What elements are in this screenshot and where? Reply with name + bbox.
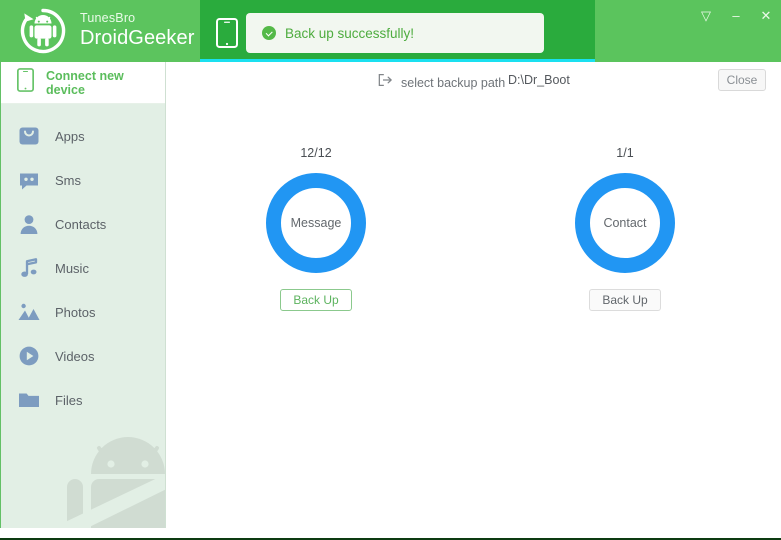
sidebar-item-videos[interactable]: Videos (1, 334, 165, 378)
status-message: Back up successfully! (285, 26, 414, 41)
backup-directory-value: D:\Dr_Boot (508, 73, 570, 87)
export-arrow-icon (378, 73, 393, 92)
status-banner: Back up successfully! (246, 13, 544, 53)
title-bar: TunesBro DroidGeeker Back up successfull… (0, 0, 781, 62)
sidebar-item-music[interactable]: Music (1, 246, 165, 290)
phone-icon (216, 18, 238, 48)
close-button[interactable]: Close (718, 69, 766, 91)
sidebar-item-label: Sms (55, 173, 81, 188)
music-note-icon (17, 256, 41, 280)
photo-mountain-icon (17, 300, 41, 324)
sidebar-item-contacts[interactable]: Contacts (1, 202, 165, 246)
sidebar-item-label: Music (55, 261, 89, 276)
window-controls: ▽ – ✕ (699, 5, 773, 25)
android-refresh-logo-icon (16, 4, 70, 58)
brand-wordmark: TunesBro DroidGeeker (80, 12, 194, 50)
sidebar-item-label: Contacts (55, 217, 106, 232)
sidebar-item-label: Videos (55, 349, 95, 364)
ring-label: Contact (603, 216, 646, 230)
phone-icon (17, 68, 34, 97)
sms-bubble-icon (17, 168, 41, 192)
backup-card-message: 12/12 Message Back Up (226, 146, 406, 311)
contact-person-icon (17, 212, 41, 236)
brand-line-2: DroidGeeker (80, 28, 194, 48)
sidebar-nav-list: Apps Sms (1, 104, 165, 422)
back-up-button[interactable]: Back Up (589, 289, 660, 311)
sidebar: Connect new device Apps (0, 62, 166, 528)
sidebar-item-connect-new-device[interactable]: Connect new device (1, 62, 165, 104)
brand-line-1: TunesBro (80, 12, 194, 25)
content-toolbar: select backup path D:\Dr_Boot Close (167, 62, 781, 104)
sidebar-item-photos[interactable]: Photos (1, 290, 165, 334)
sidebar-item-files[interactable]: Files (1, 378, 165, 422)
backup-cards: 12/12 Message Back Up 1/1 Contact Back U… (167, 104, 781, 364)
sidebar-item-label: Files (55, 393, 82, 408)
main-content: select backup path D:\Dr_Boot Close 12/1… (167, 62, 781, 538)
select-backup-path-label: select backup path (401, 76, 505, 90)
sidebar-item-label: Photos (55, 305, 95, 320)
backup-count: 12/12 (300, 146, 331, 160)
check-circle-icon (262, 26, 276, 40)
ring-label: Message (291, 216, 342, 230)
sidebar-item-sms[interactable]: Sms (1, 158, 165, 202)
backup-card-contact: 1/1 Contact Back Up (535, 146, 715, 311)
message-progress-ring[interactable]: Message (266, 173, 366, 273)
android-robot-watermark-icon (61, 424, 166, 528)
back-up-button[interactable]: Back Up (280, 289, 351, 311)
sidebar-item-apps[interactable]: Apps (1, 114, 165, 158)
menu-arrow-icon[interactable]: ▽ (699, 8, 713, 22)
video-play-icon (17, 344, 41, 368)
apps-bag-icon (17, 124, 41, 148)
application-window: TunesBro DroidGeeker Back up successfull… (0, 0, 781, 540)
close-icon[interactable]: ✕ (759, 8, 773, 22)
brand-logo-area: TunesBro DroidGeeker (0, 0, 200, 62)
folder-icon (17, 388, 41, 412)
select-backup-path-action[interactable]: select backup path (378, 73, 505, 92)
backup-count: 1/1 (616, 146, 633, 160)
sidebar-connect-label: Connect new device (46, 69, 165, 97)
contact-progress-ring[interactable]: Contact (575, 173, 675, 273)
sidebar-item-label: Apps (55, 129, 85, 144)
minimize-icon[interactable]: – (729, 8, 743, 22)
